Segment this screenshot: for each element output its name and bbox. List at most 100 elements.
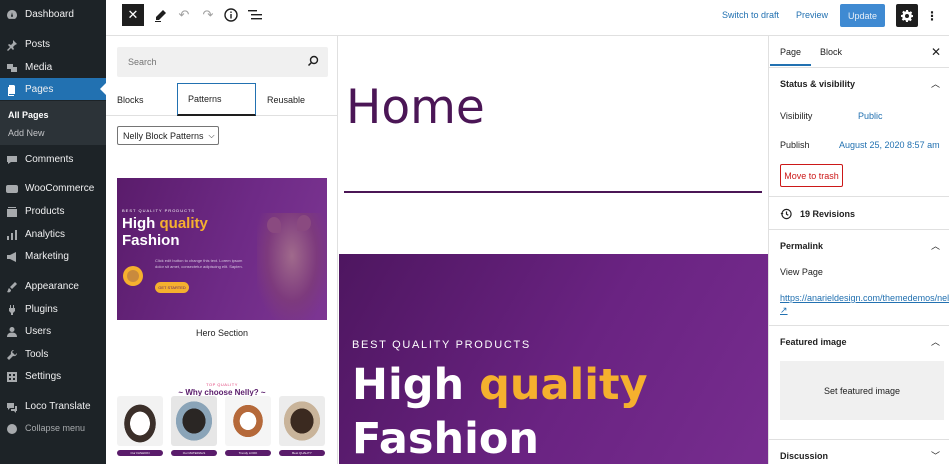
close-settings-button[interactable]: ✕ [931, 45, 941, 59]
tab-patterns[interactable]: Patterns [177, 83, 256, 116]
menu-comments[interactable]: Comments [0, 148, 106, 170]
menu-analytics[interactable]: Analytics [0, 223, 106, 245]
submenu-add-new[interactable]: Add New [8, 128, 45, 138]
tab-reusable[interactable]: Reusable [267, 83, 305, 116]
menu-label: Posts [25, 38, 51, 50]
list-view-button[interactable] [247, 7, 263, 23]
menu-label: Settings [25, 370, 62, 382]
tab-label: Blocks [117, 94, 144, 105]
users-icon [6, 326, 19, 337]
pattern-eyebrow: TOP QUALITY [206, 382, 238, 387]
close-icon: ✕ [127, 7, 139, 22]
pattern-pill: Our MATERIALS [171, 449, 217, 457]
heading-part: High [122, 215, 160, 232]
pattern-pill: Trendy LOOK [225, 449, 271, 457]
visibility-label: Visibility [780, 111, 813, 121]
page-title[interactable]: Home [346, 80, 485, 135]
menu-products[interactable]: Products [0, 200, 106, 222]
permalink-toggle[interactable]: Permalink ︿ [769, 230, 949, 262]
media-icon [6, 62, 19, 73]
settings-tabs: Page Block ✕ [769, 36, 949, 68]
collapse-icon [6, 423, 19, 434]
hero-eyebrow[interactable]: BEST QUALITY PRODUCTS [352, 339, 531, 351]
heading-part: Fashion [122, 232, 180, 249]
menu-label: Comments [25, 153, 74, 165]
chevron-up-icon: ︿ [930, 337, 940, 347]
editor-canvas[interactable]: Home BEST QUALITY PRODUCTS High quality F… [339, 36, 768, 464]
section-title: Featured image [780, 337, 847, 347]
menu-label: Appearance [25, 280, 79, 292]
menu-label: Dashboard [25, 8, 74, 20]
menu-marketing[interactable]: Marketing [0, 245, 106, 267]
dashboard-icon [6, 9, 19, 20]
editor-toolbar: ✕ ↶ ↷ Switch to draft Preview Update ⋮ [106, 0, 949, 36]
pill-label: Best QUALITY [279, 450, 325, 456]
update-button[interactable]: Update [840, 4, 885, 27]
woo-icon [6, 183, 19, 194]
status-visibility-toggle[interactable]: Status & visibility ︿ [769, 68, 949, 100]
category-value: Nelly Block Patterns [123, 130, 204, 141]
tab-blocks[interactable]: Blocks [117, 83, 144, 116]
redo-button[interactable]: ↷ [200, 7, 216, 23]
hero-heading[interactable]: High quality Fashion [352, 358, 648, 464]
menu-label: Loco Translate [25, 400, 91, 412]
close-inserter-button[interactable]: ✕ [122, 4, 144, 26]
dog-photo [171, 396, 217, 446]
separator-block[interactable] [344, 191, 762, 193]
section-title: Discussion [780, 451, 829, 461]
search-icon [307, 55, 319, 67]
more-options-button[interactable]: ⋮ [926, 6, 938, 26]
settings-toggle-button[interactable] [896, 4, 918, 27]
comments-icon [6, 154, 19, 165]
permalink-url[interactable]: https://anarieldesign.com/themedemos/nel… [780, 292, 949, 316]
details-button[interactable] [223, 7, 239, 23]
hero-cover-block[interactable]: BEST QUALITY PRODUCTS High quality Fashio… [339, 254, 768, 464]
menu-loco-translate[interactable]: Loco Translate [0, 395, 106, 417]
menu-dashboard[interactable]: Dashboard [0, 3, 106, 25]
set-featured-image-button[interactable]: Set featured image [780, 361, 944, 420]
menu-media[interactable]: Media [0, 56, 106, 78]
move-to-trash-button[interactable]: Move to trash [780, 164, 843, 187]
tab-page[interactable]: Page [769, 47, 812, 66]
wrench-icon [6, 349, 19, 360]
discussion-toggle[interactable]: Discussion ﹀ [769, 440, 949, 464]
menu-tools[interactable]: Tools [0, 343, 106, 365]
featured-image-toggle[interactable]: Featured image ︿ [769, 326, 949, 358]
menu-pages[interactable]: Pages [0, 78, 106, 100]
menu-settings[interactable]: Settings [0, 365, 106, 387]
menu-plugins[interactable]: Plugins [0, 298, 106, 320]
menu-appearance[interactable]: Appearance [0, 275, 106, 297]
search-input[interactable]: Search [128, 57, 157, 67]
pencil-icon [154, 9, 166, 22]
visibility-value[interactable]: Public [858, 111, 883, 121]
chevron-up-icon: ︿ [930, 241, 940, 251]
tab-label: Patterns [188, 94, 222, 104]
pattern-hero-section[interactable]: BEST QUALITY PRODUCTS High quality Fashio… [117, 178, 327, 320]
publish-date[interactable]: August 25, 2020 8:57 am [839, 140, 940, 150]
menu-posts[interactable]: Posts [0, 33, 106, 55]
pill-label: Trendy LOOK [225, 450, 271, 456]
pattern-category-select[interactable]: Nelly Block Patterns ⌵ [117, 126, 219, 145]
tab-block[interactable]: Block [820, 47, 842, 57]
pattern-pill: Our FASHION [117, 449, 163, 457]
marketing-icon [6, 251, 19, 262]
switch-to-draft-button[interactable]: Switch to draft [722, 10, 779, 20]
plugin-icon [6, 304, 19, 315]
undo-icon: ↶ [178, 7, 190, 22]
revisions-link[interactable]: 19 Revisions [780, 208, 855, 220]
edit-tool-button[interactable] [152, 7, 168, 23]
settings-sidebar: Page Block ✕ Status & visibility ︿ Visib… [768, 36, 949, 464]
menu-users[interactable]: Users [0, 320, 106, 342]
products-icon [6, 206, 19, 217]
menu-label: WooCommerce [25, 182, 95, 194]
submenu-all-pages[interactable]: All Pages [8, 110, 49, 120]
heading-accent: quality [479, 360, 648, 410]
menu-collapse[interactable]: Collapse menu [0, 417, 106, 439]
pill-label: Our FASHION [117, 450, 163, 456]
menu-label: Marketing [25, 250, 69, 262]
menu-woocommerce[interactable]: WooCommerce [0, 177, 106, 199]
undo-button[interactable]: ↶ [176, 7, 192, 23]
inserter-tabs: Blocks Patterns Reusable [106, 83, 338, 116]
inserter-search[interactable]: Search [117, 47, 328, 77]
preview-button[interactable]: Preview [796, 10, 828, 20]
